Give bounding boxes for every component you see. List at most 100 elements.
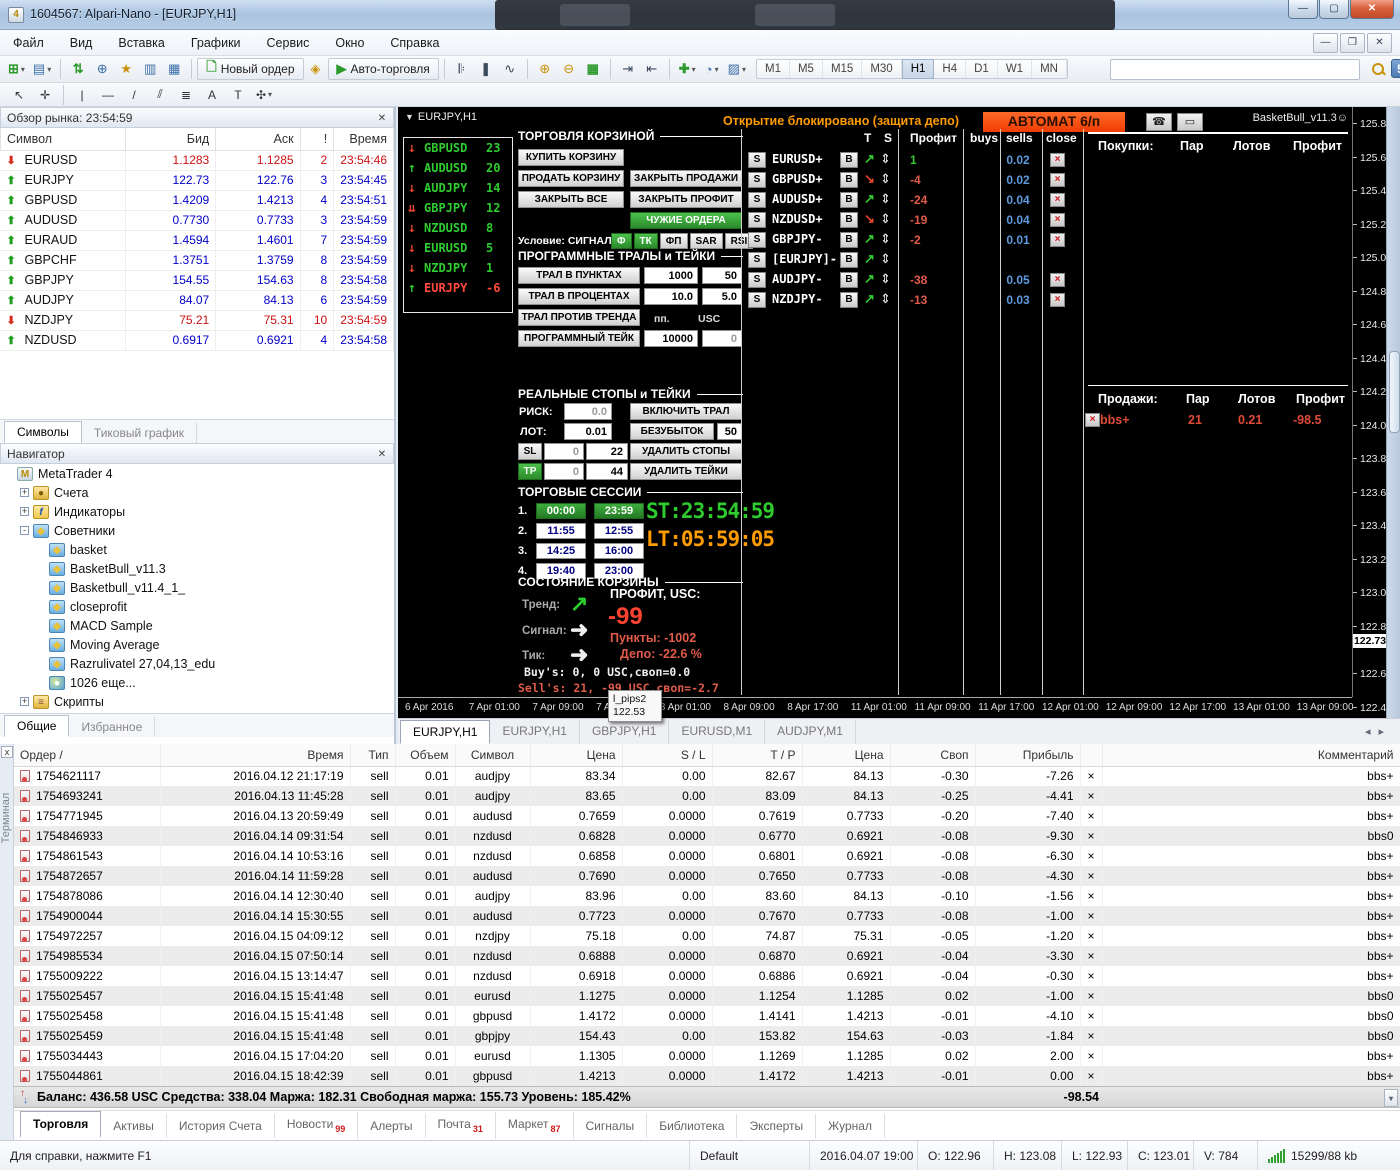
col-comment[interactable]: Комментарий <box>1102 744 1400 766</box>
templates-button[interactable]: ▨▾ <box>724 58 750 80</box>
order-close-icon[interactable]: × <box>1080 806 1102 826</box>
order-row[interactable]: 1755025459 2016.04.15 15:41:48 sell 0.01… <box>14 1026 1400 1046</box>
scroll-arrow-icon[interactable]: ▾ <box>1384 1089 1398 1107</box>
metaeditor-button[interactable]: ◈ <box>304 58 328 80</box>
data-window-toggle[interactable]: ⊕ <box>90 58 114 80</box>
col-price[interactable]: Цена <box>530 744 622 766</box>
col-symbol[interactable]: Символ <box>455 744 530 766</box>
periods-button[interactable]: ◔▾ <box>700 58 724 80</box>
chart-tab[interactable]: EURUSD,M1 <box>669 720 765 744</box>
col-tp[interactable]: T / P <box>712 744 802 766</box>
order-row[interactable]: 1754878086 2016.04.14 12:30:40 sell 0.01… <box>14 886 1400 906</box>
pair-close-button[interactable]: × <box>1050 173 1065 187</box>
tree-item[interactable]: + ● Счета <box>0 483 394 502</box>
col-time[interactable]: Время <box>334 128 394 150</box>
text-tool[interactable]: A <box>199 85 225 105</box>
fibonacci-tool[interactable]: ≣ <box>173 85 199 105</box>
col-swap[interactable]: Своп <box>890 744 975 766</box>
zoom-out-button[interactable]: ⊖ <box>557 58 581 80</box>
tree-expand-toggle[interactable]: + <box>20 507 29 516</box>
sell-pair-button[interactable]: S <box>748 212 766 228</box>
market-watch-close-button[interactable]: ✕ <box>375 111 389 125</box>
tree-item[interactable]: M MetaTrader 4 <box>0 464 394 483</box>
maximize-button[interactable]: ▢ <box>1319 0 1349 19</box>
strategy-tester-toggle[interactable]: ▦ <box>162 58 186 80</box>
col-symbol[interactable]: Символ <box>1 128 126 150</box>
market-watch-row[interactable]: GBPJPY 154.55 154.63 8 23:54:58 <box>1 270 394 290</box>
col-type[interactable]: Тип <box>350 744 395 766</box>
order-row[interactable]: 1754771945 2016.04.13 20:59:49 sell 0.01… <box>14 806 1400 826</box>
ea-phone-button[interactable]: ☎ <box>1146 113 1172 131</box>
terminal-tab[interactable]: Алерты <box>358 1114 425 1138</box>
chart-tab[interactable]: EURJPY,H1 <box>490 720 579 744</box>
order-row[interactable]: 1754985534 2016.04.15 07:50:14 sell 0.01… <box>14 946 1400 966</box>
market-watch-tab[interactable]: Тиковый график <box>82 423 197 443</box>
order-close-icon[interactable]: × <box>1080 1026 1102 1046</box>
trendline-tool[interactable]: / <box>121 85 147 105</box>
market-watch-row[interactable]: AUDJPY 84.07 84.13 6 23:54:59 <box>1 290 394 310</box>
chart-tab[interactable]: GBPJPY,H1 <box>580 720 669 744</box>
tree-item[interactable]: + ≡ Скрипты <box>0 692 394 711</box>
sell-pair-button[interactable]: S <box>748 172 766 188</box>
sells-group-close-button[interactable]: × <box>1085 413 1100 427</box>
chart-symbol-label[interactable]: ▼EURJPY,H1 <box>405 111 477 123</box>
terminal-tab[interactable]: Активы <box>101 1114 167 1138</box>
pair-close-button[interactable]: × <box>1050 193 1065 207</box>
chart-scrollbar[interactable] <box>1386 107 1400 718</box>
breakeven-button[interactable]: БЕЗУБЫТОК <box>630 423 714 440</box>
ea-display-button[interactable]: ▭ <box>1177 113 1203 131</box>
market-watch-row[interactable]: GBPUSD 1.4209 1.4213 4 23:54:51 <box>1 190 394 210</box>
pair-close-button[interactable]: × <box>1050 233 1065 247</box>
mdi-restore-button[interactable]: ❐ <box>1340 33 1365 53</box>
terminal-toggle[interactable]: ▥ <box>138 58 162 80</box>
market-watch-row[interactable]: EURUSD 1.1283 1.1285 2 23:54:46 <box>1 150 394 170</box>
sl-value-2[interactable]: 22 <box>586 443 628 460</box>
tree-item[interactable]: ◆ closeprofit <box>0 597 394 616</box>
tree-item[interactable]: ◆ Basketbull_v11.4_1_ <box>0 578 394 597</box>
buy-pair-button[interactable]: B <box>840 252 858 268</box>
navigator-toggle[interactable]: ★ <box>114 58 138 80</box>
terminal-tab[interactable]: Почта31 <box>426 1112 496 1138</box>
search-icon[interactable]: 5 <box>1370 61 1386 77</box>
buy-pair-button[interactable]: B <box>840 272 858 288</box>
order-row[interactable]: 1754621117 2016.04.12 21:17:19 sell 0.01… <box>14 766 1400 786</box>
sell-pair-button[interactable]: S <box>748 152 766 168</box>
tree-item[interactable]: ◆ BasketBull_v11.3 <box>0 559 394 578</box>
buy-pair-button[interactable]: B <box>840 232 858 248</box>
col-volume[interactable]: Объем <box>395 744 455 766</box>
timeframe-button[interactable]: W1 <box>998 60 1032 78</box>
pair-close-button[interactable]: × <box>1050 153 1065 167</box>
sl-button[interactable]: SL <box>518 443 542 460</box>
timeframe-button[interactable]: M1 <box>757 60 790 78</box>
trail-countertrend-button[interactable]: ТРАЛ ПРОТИВ ТРЕНДА <box>518 309 640 326</box>
menu-window[interactable]: Окно <box>322 32 377 54</box>
tree-item[interactable]: ◆ Razrulivatel 27,04,13_edu <box>0 654 394 673</box>
navigator-tab[interactable]: Общие <box>4 715 69 737</box>
tp-value-2[interactable]: 44 <box>586 463 628 480</box>
delete-takes-button[interactable]: УДАЛИТЬ ТЕЙКИ <box>630 463 742 480</box>
tree-item[interactable]: ◆ basket <box>0 540 394 559</box>
tile-windows-button[interactable]: ▦ <box>581 58 605 80</box>
timeframe-button[interactable]: D1 <box>966 60 998 78</box>
col-order[interactable]: Ордер / <box>14 744 160 766</box>
buy-pair-button[interactable]: B <box>840 192 858 208</box>
tree-expand-toggle[interactable]: + <box>20 488 29 497</box>
buy-pair-button[interactable]: B <box>840 212 858 228</box>
risk-value[interactable]: 0.0 <box>564 403 612 420</box>
menu-tools[interactable]: Сервис <box>254 32 323 54</box>
buy-pair-button[interactable]: B <box>840 152 858 168</box>
order-close-icon[interactable]: × <box>1080 786 1102 806</box>
order-close-icon[interactable]: × <box>1080 826 1102 846</box>
cursor-tool[interactable]: ↖ <box>6 85 32 105</box>
session-start[interactable]: 11:55 <box>536 523 586 539</box>
col-bid[interactable]: Бид <box>126 128 216 150</box>
indicators-button[interactable]: ✚▾ <box>675 58 700 80</box>
sell-pair-button[interactable]: S <box>748 232 766 248</box>
breakeven-value[interactable]: 50 <box>717 423 742 440</box>
col-spread[interactable]: ! <box>300 128 334 150</box>
session-end[interactable]: 16:00 <box>594 543 644 559</box>
order-row[interactable]: 1755025457 2016.04.15 15:41:48 sell 0.01… <box>14 986 1400 1006</box>
pair-close-button[interactable]: × <box>1050 293 1065 307</box>
order-close-icon[interactable]: × <box>1080 886 1102 906</box>
terminal-tab[interactable]: Маркет87 <box>496 1112 574 1138</box>
